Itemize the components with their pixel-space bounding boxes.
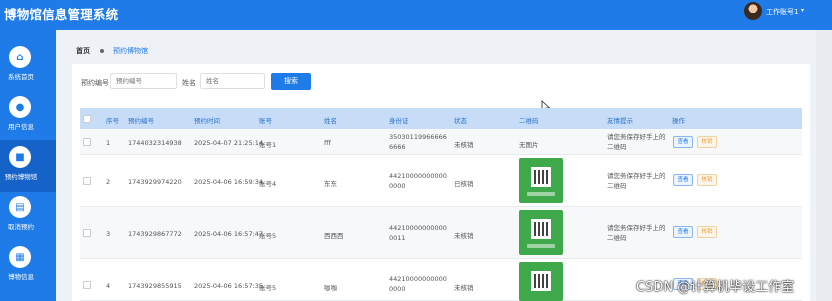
cell-id-card: 442100000000000000 [389, 275, 447, 293]
app-title: 博物馆信息管理系统 [4, 7, 119, 22]
cell-time: 2025-04-07 21:25:14 [194, 139, 264, 147]
booking-id-input[interactable] [110, 73, 177, 89]
cell-status: 未核销 [454, 141, 474, 149]
cell-name: 东东 [324, 180, 337, 188]
cell-account: 账号5 [259, 284, 277, 292]
cell-name: 咖咖 [324, 284, 337, 292]
column-header: 姓名 [324, 117, 337, 125]
watermark-text: CSDN @计算机毕设工作室 [636, 280, 795, 295]
cell-booking-id: 1743929855915 [128, 282, 182, 290]
cell-time: 2025-04-06 16:59:34 [194, 178, 264, 186]
sidebar-item-book-museum[interactable]: ■ 预约博物馆 [0, 140, 56, 192]
column-header: 预约编号 [128, 117, 154, 125]
booking-id-label: 预约编号 [81, 79, 109, 87]
chevron-down-icon[interactable]: ▾ [801, 7, 804, 14]
name-input[interactable] [200, 73, 265, 89]
sidebar: ⌂ 系统首页 ● 用户信息 ■ 预约博物馆 ▤ 取消预约 ▦ 博物信息 [0, 30, 56, 301]
sidebar-item-label: 系统首页 [8, 73, 34, 81]
cell-tip: 请您务保存好手上的二维码 [607, 172, 666, 190]
breadcrumb-current: 预约博物馆 [113, 47, 148, 55]
sidebar-item-cancel-booking[interactable]: ▤ 取消预约 [0, 190, 56, 242]
sidebar-item-exhibit-info[interactable]: ▦ 博物信息 [0, 240, 56, 292]
breadcrumb-separator [100, 49, 104, 53]
column-header: 预约时间 [194, 117, 220, 125]
scrollbar-track[interactable] [816, 30, 832, 301]
cell-index: 3 [106, 230, 111, 238]
cell-time: 2025-04-06 16:57:47 [194, 230, 264, 238]
column-header: 二维码 [519, 117, 539, 125]
breadcrumb: 首页 预约博物馆 [76, 46, 148, 56]
search-button[interactable]: 搜索 [271, 73, 311, 90]
document-icon: ▤ [9, 196, 31, 218]
cell-index: 4 [106, 282, 111, 290]
column-header: 友情提示 [607, 117, 633, 125]
cell-booking-id: 1743929974220 [128, 178, 182, 186]
home-icon: ⌂ [9, 46, 31, 68]
name-label: 姓名 [182, 79, 196, 87]
column-header: 身份证 [389, 117, 409, 125]
cell-index: 1 [106, 139, 111, 147]
cell-index: 2 [106, 178, 111, 186]
verify-button[interactable]: 核销 [697, 226, 717, 238]
cell-id-card: 442100000000000000 [389, 172, 447, 190]
sidebar-item-label: 预约博物馆 [4, 173, 38, 181]
breadcrumb-home[interactable]: 首页 [76, 46, 90, 56]
view-button[interactable]: 查看 [673, 136, 693, 148]
verify-button[interactable]: 核销 [697, 174, 717, 186]
cell-name: fff [324, 139, 331, 147]
column-header: 序号 [106, 117, 119, 125]
cell-name: 西西西 [324, 232, 344, 240]
column-header: 操作 [672, 117, 685, 125]
column-header: 账号 [259, 117, 272, 125]
cell-time: 2025-04-06 16:57:35 [194, 282, 264, 290]
sidebar-item-label: 用户信息 [8, 123, 34, 131]
view-button[interactable]: 查看 [673, 174, 693, 186]
cell-id-card: 350301199666666666 [389, 133, 447, 151]
sidebar-item-label: 取消预约 [8, 223, 34, 231]
cell-status: 未核销 [454, 284, 474, 292]
cell-booking-id: 1744032314938 [128, 139, 182, 147]
cell-account: 账号1 [259, 141, 277, 149]
top-bar: 博物馆信息管理系统 工作账号1 ▾ [0, 0, 832, 30]
column-header: 状态 [454, 117, 467, 125]
row-checkbox[interactable] [83, 177, 91, 185]
cell-account: 账号5 [259, 232, 277, 240]
sidebar-item-label: 博物信息 [8, 273, 34, 281]
user-icon: ● [9, 96, 31, 118]
grid-icon: ▦ [9, 246, 31, 268]
cell-account: 账号4 [259, 180, 277, 188]
sidebar-item-home[interactable]: ⌂ 系统首页 [0, 40, 56, 92]
cell-status: 未核销 [454, 232, 474, 240]
row-checkbox[interactable] [83, 229, 91, 237]
sidebar-item-user-info[interactable]: ● 用户信息 [0, 90, 56, 142]
verify-button[interactable]: 核销 [697, 136, 717, 148]
user-name[interactable]: 工作账号1 [766, 7, 798, 17]
qr-code-image[interactable] [519, 158, 563, 203]
cell-booking-id: 1743929867772 [128, 230, 182, 238]
cell-tip: 请您务保存好手上的二维码 [607, 133, 666, 151]
cell-status: 已核销 [454, 180, 474, 188]
qr-code-image[interactable] [519, 262, 563, 301]
cell-qr-text: 无图片 [519, 141, 539, 149]
briefcase-icon: ■ [9, 146, 31, 168]
cell-tip: 请您务保存好手上的二维码 [607, 224, 666, 242]
select-all-checkbox[interactable] [83, 115, 91, 123]
table-header [80, 108, 802, 129]
user-avatar[interactable] [744, 2, 762, 20]
view-button[interactable]: 查看 [673, 226, 693, 238]
row-checkbox[interactable] [83, 138, 91, 146]
qr-code-image[interactable] [519, 210, 563, 255]
cell-id-card: 442100000000000011 [389, 224, 447, 242]
row-checkbox[interactable] [83, 281, 91, 289]
